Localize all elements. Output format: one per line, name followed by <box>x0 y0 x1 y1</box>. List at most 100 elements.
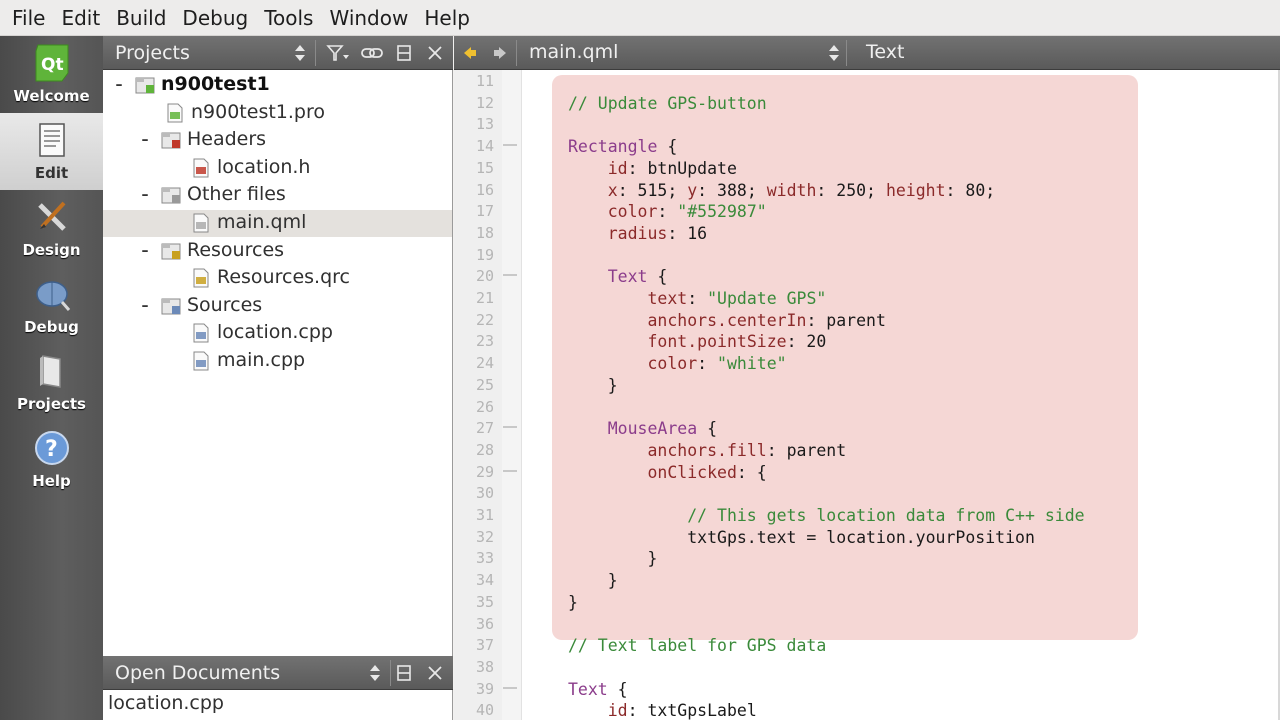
menu-help[interactable]: Help <box>416 0 478 36</box>
code-line[interactable]: 31 // This gets location data from C++ s… <box>454 505 1280 527</box>
collapse-toggle-icon[interactable]: – <box>139 244 151 258</box>
tree-item-label: n900test1 <box>161 73 270 95</box>
line-number: 23 <box>475 332 494 351</box>
projects-panel-title: Projects <box>115 41 190 64</box>
mode-selector: Qt Welcome Edit Design Debug Projects ? … <box>0 36 103 720</box>
split-icon[interactable] <box>393 656 415 690</box>
code-editor[interactable]: 11 12// Update GPS-button 13 14 Rectangle {1… <box>454 70 1280 720</box>
symbol-selector[interactable]: Text <box>866 41 904 63</box>
split-icon[interactable] <box>393 36 415 70</box>
collapse-toggle-icon[interactable]: – <box>139 188 151 202</box>
menu-window[interactable]: Window <box>321 0 416 36</box>
qt-project-icon <box>135 75 155 95</box>
menu-debug[interactable]: Debug <box>174 0 256 36</box>
document-edit-icon <box>32 120 72 160</box>
close-icon[interactable] <box>423 36 447 70</box>
mode-label: Welcome <box>13 87 90 105</box>
tree-item[interactable]: – Resources <box>103 238 452 265</box>
code-line[interactable]: 14 Rectangle { <box>454 136 1280 158</box>
tree-item[interactable]: main.qml <box>103 210 452 237</box>
fold-marker-icon[interactable] <box>503 426 517 429</box>
mode-help[interactable]: ? Help <box>0 421 103 498</box>
code-line[interactable]: 11 <box>454 71 1280 93</box>
code-line[interactable]: 28 anchors.fill: parent <box>454 440 1280 462</box>
code-line[interactable]: 39 Text { <box>454 679 1280 701</box>
mode-edit[interactable]: Edit <box>0 113 103 190</box>
tree-item[interactable]: – Sources <box>103 293 452 320</box>
menu-file[interactable]: File <box>4 0 53 36</box>
code-line[interactable]: 20 Text { <box>454 266 1280 288</box>
current-file-label[interactable]: main.qml <box>529 41 618 63</box>
code-line[interactable]: 29 onClicked: { <box>454 462 1280 484</box>
collapse-toggle-icon[interactable]: – <box>139 133 151 147</box>
tree-item[interactable]: Resources.qrc <box>103 265 452 292</box>
line-number: 18 <box>475 223 494 242</box>
view-selector-arrows-icon[interactable] <box>291 36 309 70</box>
code-line[interactable]: 17 color: "#552987" <box>454 201 1280 223</box>
code-line[interactable]: 13 <box>454 114 1280 136</box>
mode-projects[interactable]: Projects <box>0 344 103 421</box>
code-line[interactable]: 38 <box>454 657 1280 679</box>
collapse-toggle-icon[interactable]: – <box>113 78 125 92</box>
code-line[interactable]: 35} <box>454 592 1280 614</box>
menu-edit[interactable]: Edit <box>53 0 108 36</box>
code-text: text: "Update GPS" <box>647 289 827 308</box>
file-selector-arrows-icon[interactable] <box>826 36 842 70</box>
code-text: } <box>568 549 658 569</box>
code-text: color: "white" <box>647 354 787 374</box>
filter-icon[interactable] <box>323 36 353 70</box>
fold-marker-icon[interactable] <box>503 274 517 277</box>
mode-design[interactable]: Design <box>0 190 103 267</box>
fold-marker-icon[interactable] <box>503 686 517 690</box>
tree-item[interactable]: n900test1.pro <box>103 100 452 127</box>
tree-item[interactable]: location.cpp <box>103 320 452 347</box>
close-icon[interactable] <box>423 656 447 690</box>
code-line[interactable]: 22 anchors.centerIn: parent <box>454 310 1280 332</box>
code-line[interactable]: 33 } <box>454 548 1280 570</box>
code-line[interactable]: 32 txtGps.text = location.yourPosition <box>454 527 1280 549</box>
code-line[interactable]: 40 id: txtGpsLabel <box>454 700 1280 720</box>
mode-label: Design <box>22 241 81 259</box>
mode-welcome[interactable]: Qt Welcome <box>0 36 103 113</box>
code-line[interactable]: 18 radius: 16 <box>454 223 1280 245</box>
code-line[interactable]: 30 <box>454 483 1280 505</box>
tree-item[interactable]: location.h <box>103 155 452 182</box>
fold-marker-icon[interactable] <box>503 469 517 473</box>
fold-marker-icon[interactable] <box>503 144 517 147</box>
code-line[interactable]: 24 color: "white" <box>454 353 1280 375</box>
code-line[interactable]: 15 id: btnUpdate <box>454 158 1280 180</box>
code-line[interactable]: 26 <box>454 397 1280 419</box>
line-number: 30 <box>475 484 494 503</box>
tree-item[interactable]: – Headers <box>103 127 452 154</box>
open-document-item[interactable]: location.cpp <box>108 692 224 714</box>
tree-item[interactable]: main.cpp <box>103 348 452 375</box>
menu-build[interactable]: Build <box>108 0 174 36</box>
tree-item[interactable]: – Other files <box>103 182 452 209</box>
tree-item[interactable]: – n900test1 <box>103 72 452 99</box>
menu-bar: File Edit Build Debug Tools Window Help <box>0 0 1280 36</box>
header-folder-icon <box>161 130 181 150</box>
qt-logo-icon: Qt <box>32 43 72 83</box>
forward-arrow-icon[interactable] <box>490 36 510 70</box>
code-line[interactable]: 36 <box>454 614 1280 636</box>
selector-arrows-icon[interactable] <box>366 656 384 690</box>
line-number: 26 <box>475 397 494 416</box>
code-line[interactable]: 19 <box>454 245 1280 267</box>
mode-debug[interactable]: Debug <box>0 267 103 344</box>
code-line[interactable]: 27 MouseArea { <box>454 418 1280 440</box>
code-line[interactable]: 21 text: "Update GPS" <box>454 288 1280 310</box>
code-line[interactable]: 37 // Text label for GPS data <box>454 635 1280 657</box>
code-line[interactable]: 25 } <box>454 375 1280 397</box>
link-icon[interactable] <box>359 36 385 70</box>
line-number: 17 <box>475 202 494 221</box>
collapse-toggle-icon[interactable]: – <box>139 299 151 313</box>
code-line[interactable]: 23 font.pointSize: 20 <box>454 331 1280 353</box>
code-line[interactable]: 34 } <box>454 570 1280 592</box>
resource-folder-icon <box>161 241 181 261</box>
code-text: Text { <box>568 679 628 699</box>
back-arrow-icon[interactable] <box>460 36 480 70</box>
code-line[interactable]: 12 // Update GPS-button <box>454 93 1280 115</box>
menu-tools[interactable]: Tools <box>256 0 321 36</box>
line-number: 27 <box>475 419 494 438</box>
code-line[interactable]: 16 x: 515; y: 388; width: 250; height: 8… <box>454 180 1280 202</box>
